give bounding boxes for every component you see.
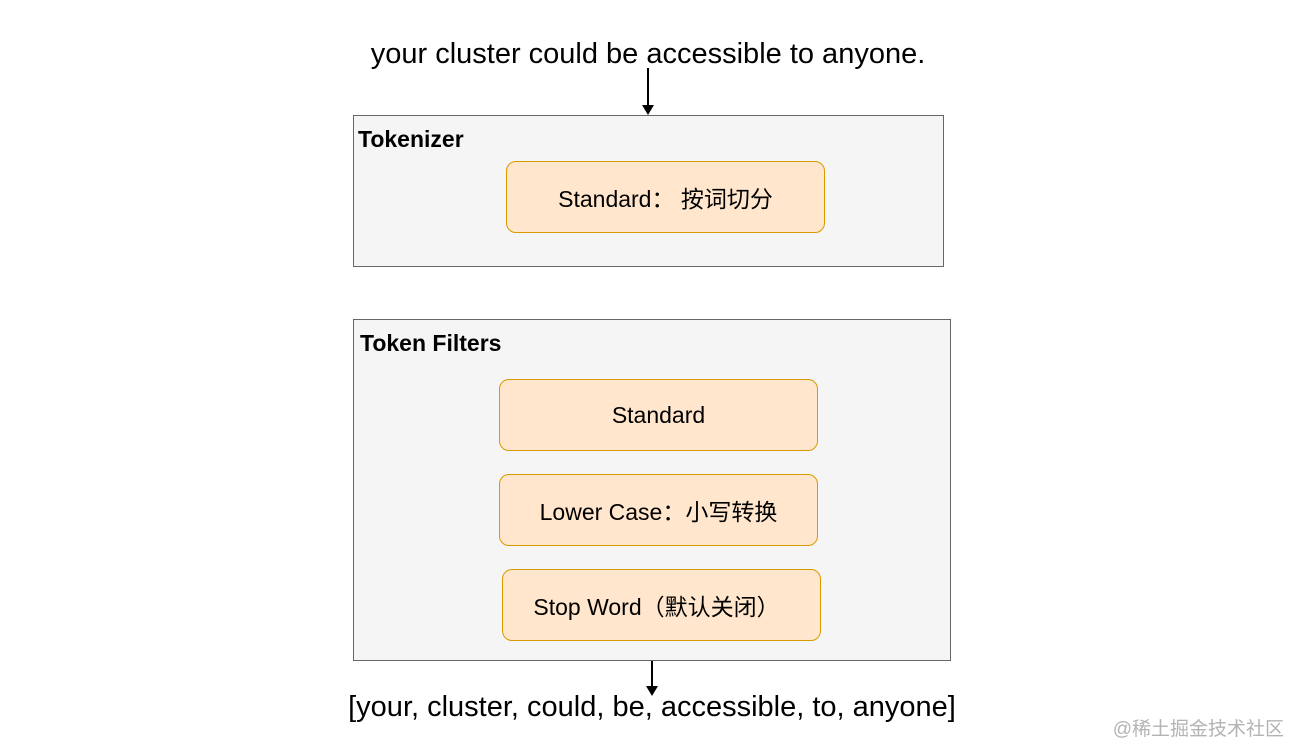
token-filters-stage: Token Filters Standard Lower Case：小写转换 S… — [353, 319, 951, 661]
tokenizer-step-standard: Standard： 按词切分 — [506, 161, 825, 233]
tokenizer-stage: Tokenizer Standard： 按词切分 — [353, 115, 944, 267]
filter-step-stop-word: Stop Word（默认关闭） — [502, 569, 821, 641]
tokenizer-title: Tokenizer — [358, 126, 464, 152]
output-tokens: [your, cluster, could, be, accessible, t… — [348, 691, 956, 723]
filter-step-standard: Standard — [499, 379, 818, 451]
token-filters-title: Token Filters — [360, 330, 502, 356]
input-arrow — [642, 68, 654, 115]
filter-step-lower-case: Lower Case：小写转换 — [499, 474, 818, 546]
watermark: @稀土掘金技术社区 — [1112, 719, 1284, 740]
